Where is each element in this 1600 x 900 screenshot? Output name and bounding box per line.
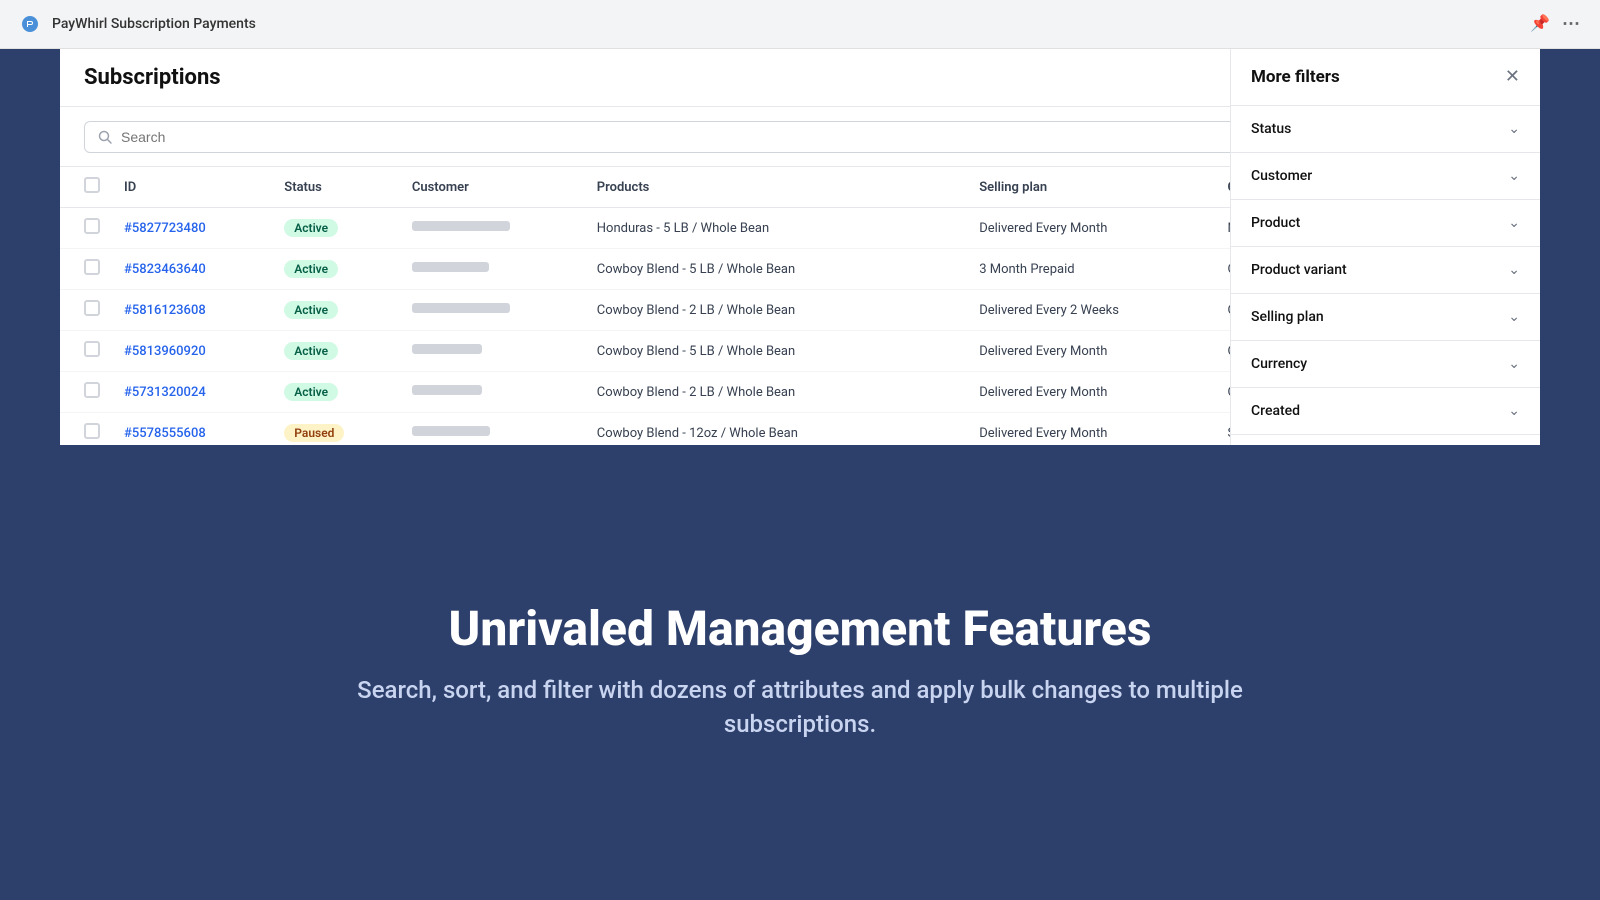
promo-title: Unrivaled Management Features xyxy=(449,603,1152,656)
row-customer xyxy=(400,290,585,331)
row-plan: 3 Month Prepaid xyxy=(967,249,1215,290)
filter-row-status[interactable]: Status ⌄ xyxy=(1231,106,1540,152)
filter-sections: Status ⌄ Customer ⌄ Product ⌄ Product va… xyxy=(1231,106,1540,445)
browser-chrome: PayWhirl Subscription Payments 📌 ⋯ xyxy=(0,0,1600,49)
filter-section: Created ⌄ xyxy=(1231,388,1540,435)
select-all-checkbox[interactable] xyxy=(84,177,100,193)
chevron-down-icon: ⌄ xyxy=(1508,356,1520,372)
filter-section: Product variant ⌄ xyxy=(1231,247,1540,294)
col-header-id: ID xyxy=(112,167,272,208)
col-header-customer: Customer xyxy=(400,167,585,208)
row-product: Cowboy Blend - 2 LB / Whole Bean xyxy=(585,372,967,413)
filter-section: Selling plan ⌄ xyxy=(1231,294,1540,341)
row-plan: Delivered Every 2 Weeks xyxy=(967,290,1215,331)
row-status: Active xyxy=(272,290,400,331)
filter-section: Product ⌄ xyxy=(1231,200,1540,247)
chevron-down-icon: ⌄ xyxy=(1508,215,1520,231)
row-product: Cowboy Blend - 5 LB / Whole Bean xyxy=(585,331,967,372)
filter-section: Currency ⌄ xyxy=(1231,341,1540,388)
row-customer xyxy=(400,249,585,290)
row-plan: Delivered Every Month xyxy=(967,372,1215,413)
row-id[interactable]: #5827723480 xyxy=(112,208,272,249)
search-box[interactable] xyxy=(84,121,1261,153)
row-checkbox[interactable] xyxy=(60,331,112,372)
row-status: Active xyxy=(272,208,400,249)
row-status: Active xyxy=(272,249,400,290)
row-checkbox[interactable] xyxy=(60,413,112,445)
promo-section: Unrivaled Management Features Search, so… xyxy=(0,445,1600,900)
search-icon xyxy=(97,129,113,145)
filter-row-product-variant[interactable]: Product variant ⌄ xyxy=(1231,247,1540,293)
more-options-icon[interactable]: ⋯ xyxy=(1562,14,1580,35)
row-checkbox[interactable] xyxy=(60,372,112,413)
col-header-products: Products xyxy=(585,167,967,208)
row-customer xyxy=(400,331,585,372)
paywhirl-logo-icon xyxy=(20,14,40,34)
row-customer xyxy=(400,372,585,413)
filter-section: Status ⌄ xyxy=(1231,106,1540,153)
filter-row-updated[interactable]: Updated ⌄ xyxy=(1231,435,1540,445)
row-plan: Delivered Every Month xyxy=(967,413,1215,445)
filter-row-customer[interactable]: Customer ⌄ xyxy=(1231,153,1540,199)
filter-row-created[interactable]: Created ⌄ xyxy=(1231,388,1540,434)
chevron-down-icon: ⌄ xyxy=(1508,121,1520,137)
filter-row-currency[interactable]: Currency ⌄ xyxy=(1231,341,1540,387)
row-id[interactable]: #5578555608 xyxy=(112,413,272,445)
panel-title: More filters xyxy=(1251,67,1340,87)
row-status: Active xyxy=(272,331,400,372)
row-id[interactable]: #5823463640 xyxy=(112,249,272,290)
row-id[interactable]: #5816123608 xyxy=(112,290,272,331)
filter-row-selling-plan[interactable]: Selling plan ⌄ xyxy=(1231,294,1540,340)
filter-section: Customer ⌄ xyxy=(1231,153,1540,200)
row-product: Cowboy Blend - 2 LB / Whole Bean xyxy=(585,290,967,331)
pin-icon[interactable]: 📌 xyxy=(1530,14,1550,35)
filters-panel: More filters ✕ Status ⌄ Customer ⌄ Produ… xyxy=(1230,49,1540,445)
close-panel-button[interactable]: ✕ xyxy=(1505,68,1520,86)
chevron-down-icon: ⌄ xyxy=(1508,403,1520,419)
col-header-selling-plan: Selling plan xyxy=(967,167,1215,208)
promo-subtitle: Search, sort, and filter with dozens of … xyxy=(350,674,1250,741)
browser-actions: 📌 ⋯ xyxy=(1530,14,1580,35)
row-status: Active xyxy=(272,372,400,413)
row-status: Paused xyxy=(272,413,400,445)
row-checkbox[interactable] xyxy=(60,290,112,331)
row-product: Cowboy Blend - 5 LB / Whole Bean xyxy=(585,249,967,290)
row-plan: Delivered Every Month xyxy=(967,331,1215,372)
search-input[interactable] xyxy=(121,129,1248,145)
panel-header: More filters ✕ xyxy=(1231,49,1540,106)
row-customer xyxy=(400,208,585,249)
row-product: Honduras - 5 LB / Whole Bean xyxy=(585,208,967,249)
filter-section: Updated ⌄ xyxy=(1231,435,1540,445)
browser-title: PayWhirl Subscription Payments xyxy=(52,16,256,32)
chevron-down-icon: ⌄ xyxy=(1508,262,1520,278)
row-checkbox[interactable] xyxy=(60,208,112,249)
filter-row-product[interactable]: Product ⌄ xyxy=(1231,200,1540,246)
col-header-status: Status xyxy=(272,167,400,208)
chevron-down-icon: ⌄ xyxy=(1508,309,1520,325)
chevron-down-icon: ⌄ xyxy=(1508,168,1520,184)
row-customer xyxy=(400,413,585,445)
row-id[interactable]: #5813960920 xyxy=(112,331,272,372)
row-checkbox[interactable] xyxy=(60,249,112,290)
row-id[interactable]: #5731320024 xyxy=(112,372,272,413)
row-plan: Delivered Every Month xyxy=(967,208,1215,249)
row-product: Cowboy Blend - 12oz / Whole Bean xyxy=(585,413,967,445)
